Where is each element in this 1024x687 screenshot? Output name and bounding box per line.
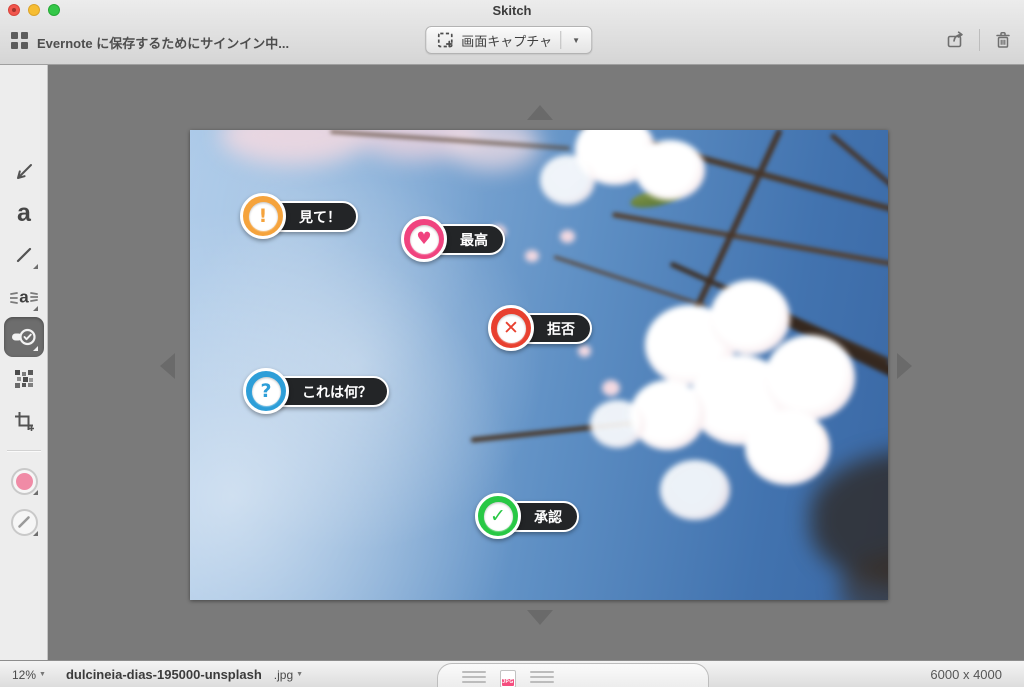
stroke-width-picker[interactable] xyxy=(4,502,44,542)
color-swatch-ring xyxy=(11,468,38,495)
capture-frame-icon xyxy=(436,31,454,49)
arrow-southwest-icon xyxy=(12,160,36,184)
diagonal-line-icon xyxy=(13,244,35,266)
chevron-down-icon: ▼ xyxy=(39,671,46,678)
next-document-icon[interactable] xyxy=(530,670,554,684)
window-title: Skitch xyxy=(0,3,1024,18)
file-extension-dropdown[interactable]: .jpg ▼ xyxy=(274,668,303,682)
current-document-icon[interactable]: JPG xyxy=(500,670,516,687)
evernote-signin-status: Evernote に保存するためにサインイン中... xyxy=(37,33,289,52)
skitch-window: Skitch Evernote に保存するためにサインイン中... 画面キャプチ… xyxy=(0,0,1024,687)
text-tool-icon: a xyxy=(17,201,31,226)
stamp-reject-badge-icon: ✕ xyxy=(488,305,534,351)
toolbar-divider xyxy=(979,29,980,51)
color-picker[interactable] xyxy=(4,461,44,501)
sidebar-divider xyxy=(7,450,41,452)
stamp-reject[interactable]: 拒否 ✕ xyxy=(488,305,534,351)
tool-highlighter[interactable]: a xyxy=(4,277,44,317)
svg-text:a: a xyxy=(19,288,29,307)
stamp-question-badge-icon: ? xyxy=(243,368,289,414)
canvas-area[interactable]: 見て！ ! 最高 ♥ 拒否 ✕ xyxy=(48,65,1024,660)
tool-stamp[interactable] xyxy=(4,317,44,357)
image-dimensions-label: 6000 x 4000 xyxy=(930,667,1002,682)
capture-dropdown-arrow[interactable]: ▼ xyxy=(569,36,583,45)
stamp-approve[interactable]: 承認 ✓ xyxy=(475,493,521,539)
tool-sidebar: a a xyxy=(0,65,48,660)
stroke-width-icon xyxy=(11,509,38,536)
tool-arrow[interactable] xyxy=(4,152,44,192)
stamp-approve-badge-icon: ✓ xyxy=(475,493,521,539)
button-divider xyxy=(560,31,561,49)
tool-pixelate[interactable] xyxy=(4,359,44,399)
stamp-badge-icon xyxy=(11,327,37,347)
stamp-alert[interactable]: 見て！ ! xyxy=(240,193,286,239)
jpg-badge: JPG xyxy=(502,679,514,686)
tool-line[interactable] xyxy=(4,235,44,275)
screen-capture-button[interactable]: 画面キャプチャ ▼ xyxy=(425,26,592,54)
crop-frame-icon xyxy=(13,410,35,432)
pan-right-chevron[interactable] xyxy=(897,353,912,379)
mosaic-icon xyxy=(13,368,35,390)
capture-button-label: 画面キャプチャ xyxy=(461,31,552,50)
color-swatch xyxy=(16,473,33,490)
previous-document-icon[interactable] xyxy=(462,670,486,684)
header: Skitch Evernote に保存するためにサインイン中... 画面キャプチ… xyxy=(0,0,1024,65)
stamp-love-badge-icon: ♥ xyxy=(401,216,447,262)
pan-left-chevron[interactable] xyxy=(160,353,175,379)
status-bar: 12% ▼ dulcineia-dias-195000-unsplash .jp… xyxy=(0,660,1024,687)
marker-strokes-icon: a xyxy=(10,286,38,308)
filename-label[interactable]: dulcineia-dias-195000-unsplash xyxy=(66,667,262,682)
pan-up-chevron[interactable] xyxy=(527,105,553,120)
stamp-alert-badge-icon: ! xyxy=(240,193,286,239)
tool-text[interactable]: a xyxy=(4,193,44,233)
drag-grid-icon[interactable] xyxy=(11,32,28,49)
tool-crop[interactable] xyxy=(4,401,44,441)
document-switcher-tab[interactable]: JPG xyxy=(437,663,709,687)
stamp-question[interactable]: これは何？ ? xyxy=(243,368,289,414)
zoom-level-dropdown[interactable]: 12% ▼ xyxy=(12,668,46,682)
photo-canvas[interactable]: 見て！ ! 最高 ♥ 拒否 ✕ xyxy=(190,130,888,600)
pan-down-chevron[interactable] xyxy=(527,610,553,625)
trash-button[interactable] xyxy=(990,27,1016,53)
chevron-down-icon: ▼ xyxy=(296,671,303,678)
stamp-love[interactable]: 最高 ♥ xyxy=(401,216,447,262)
share-button[interactable] xyxy=(943,27,969,53)
